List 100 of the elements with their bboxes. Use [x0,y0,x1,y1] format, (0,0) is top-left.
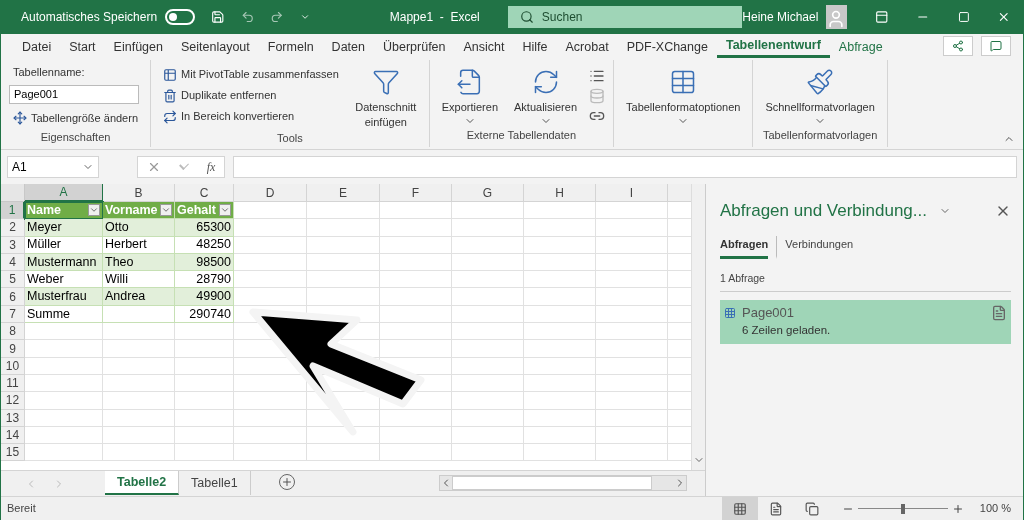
menu-tab[interactable]: Überprüfen [373,36,455,58]
document-refresh-icon[interactable] [991,304,1007,321]
vertical-scrollbar[interactable] [691,184,705,470]
menu-tab[interactable]: Acrobat [556,36,618,58]
column-heading[interactable]: C [175,184,234,202]
empty-cell [380,444,452,462]
empty-cell [524,288,596,306]
empty-cell [524,340,596,358]
pane-tab[interactable]: Abfragen [720,235,769,259]
group-label: Tabellenformatvorlagen [761,128,879,143]
menu-tab[interactable]: PDF-XChange [617,36,717,58]
table-cell: Meyer [25,219,103,237]
avatar[interactable] [826,5,847,29]
row-heading[interactable]: 6 [1,288,25,306]
row-heading[interactable]: 8 [1,323,25,341]
column-heading[interactable]: G [452,184,524,202]
empty-cell [103,426,175,445]
zoom-slider-thumb[interactable] [900,503,905,514]
properties-icon[interactable] [589,68,605,84]
search-field[interactable]: Suchen [507,6,743,28]
column-heading[interactable]: B [103,184,175,202]
column-heading[interactable]: A [25,184,103,202]
menu-tab[interactable]: Daten [322,36,374,58]
menu-tab[interactable]: Einfügen [104,36,172,58]
ribbon-button[interactable]: Schnellformatvorlagen [761,64,879,127]
undo-icon[interactable] [240,9,255,25]
empty-cell [452,271,524,289]
empty-cell [596,357,668,375]
redo-icon[interactable] [270,9,284,25]
maximize-icon[interactable] [957,10,970,24]
table-name-field[interactable]: Page001 [9,84,139,104]
empty-cell [596,236,668,254]
zoom-slider[interactable] [857,503,948,514]
empty-cell [380,409,452,427]
row-heading[interactable]: 1 [1,202,25,220]
horizontal-scrollbar[interactable] [439,475,687,491]
menu-tab[interactable]: Abfrage [829,36,892,58]
empty-cell [103,392,175,410]
ribbon-button[interactable]: Tabellenformatoptionen [622,64,745,127]
name-box[interactable]: A1 [7,156,99,178]
empty-cell [380,253,452,272]
comments-button[interactable] [981,36,1011,56]
column-heading[interactable]: E [307,184,380,202]
view-button[interactable] [721,497,758,520]
table-icon [724,306,736,319]
sheet-tab[interactable]: Tabelle1 [179,471,251,495]
menu-tab[interactable]: Datei [13,36,61,58]
empty-cell [596,305,668,324]
empty-cell [596,288,668,306]
row-heading[interactable]: 12 [1,392,25,410]
menu-tab[interactable]: Formeln [258,36,323,58]
function-icon[interactable]: fx [206,158,216,176]
autosave-toggle[interactable] [165,9,196,25]
table-cell: Andrea [103,288,175,306]
filter-dropdown-icon[interactable] [219,204,231,217]
empty-cell [452,392,524,410]
ribbon-button[interactable]: Exportieren [437,64,503,127]
query-item[interactable]: Page001 6 Zeilen geladen. [720,299,1011,344]
empty-cell [380,236,452,254]
ribbon-button[interactable]: Tabellengröße ändern [9,107,143,129]
empty-cell [103,444,175,462]
row-heading[interactable]: 5 [1,271,25,289]
ribbon-display-icon[interactable] [874,9,889,25]
empty-cell [103,305,175,324]
formula-field[interactable] [233,156,1017,178]
pane-tab[interactable]: Verbindungen [776,235,854,259]
filter-dropdown-icon[interactable] [88,204,100,217]
table-cell: 65300 [175,219,234,237]
ribbon-button[interactable]: Duplikate entfernen [159,85,343,106]
empty-cell [524,357,596,375]
autosave-label: Automatisches Speichern [21,9,158,26]
row-heading[interactable]: 9 [1,340,25,358]
empty-cell [524,271,596,289]
ribbon-button[interactable]: Datenschnitt einfügen [350,64,421,130]
table-cell: Summe [25,305,103,324]
filter-dropdown-icon[interactable] [160,204,172,217]
column-heading[interactable]: D [234,184,307,202]
zoom-in-icon[interactable] [951,502,964,515]
ribbon-button[interactable]: In Bereich konvertieren [159,106,343,127]
empty-cell [452,253,524,272]
row-heading[interactable]: 2 [1,219,25,237]
column-heading[interactable]: I [596,184,668,202]
menu-tab[interactable]: Hilfe [513,36,557,58]
menu-tab[interactable]: Ansicht [454,36,514,58]
save-icon[interactable] [211,9,225,25]
empty-cell [596,444,668,462]
menu-tab[interactable]: Seitenlayout [171,36,259,58]
column-heading[interactable]: F [380,184,452,202]
status-text: Bereit [7,501,36,517]
empty-cell [380,202,452,220]
empty-cell [103,409,175,427]
sheet-tab[interactable]: Tabelle2 [105,471,180,495]
share-button[interactable] [943,36,973,56]
menu-tab[interactable]: Start [60,36,105,58]
column-heading[interactable]: H [524,184,596,202]
ribbon-button[interactable]: Mit PivotTable zusammenfassen [159,64,343,85]
row-heading[interactable]: 15 [1,444,25,462]
ribbon-button[interactable]: Aktualisieren [510,64,581,127]
plus-icon [280,476,293,488]
empty-cell [380,426,452,445]
